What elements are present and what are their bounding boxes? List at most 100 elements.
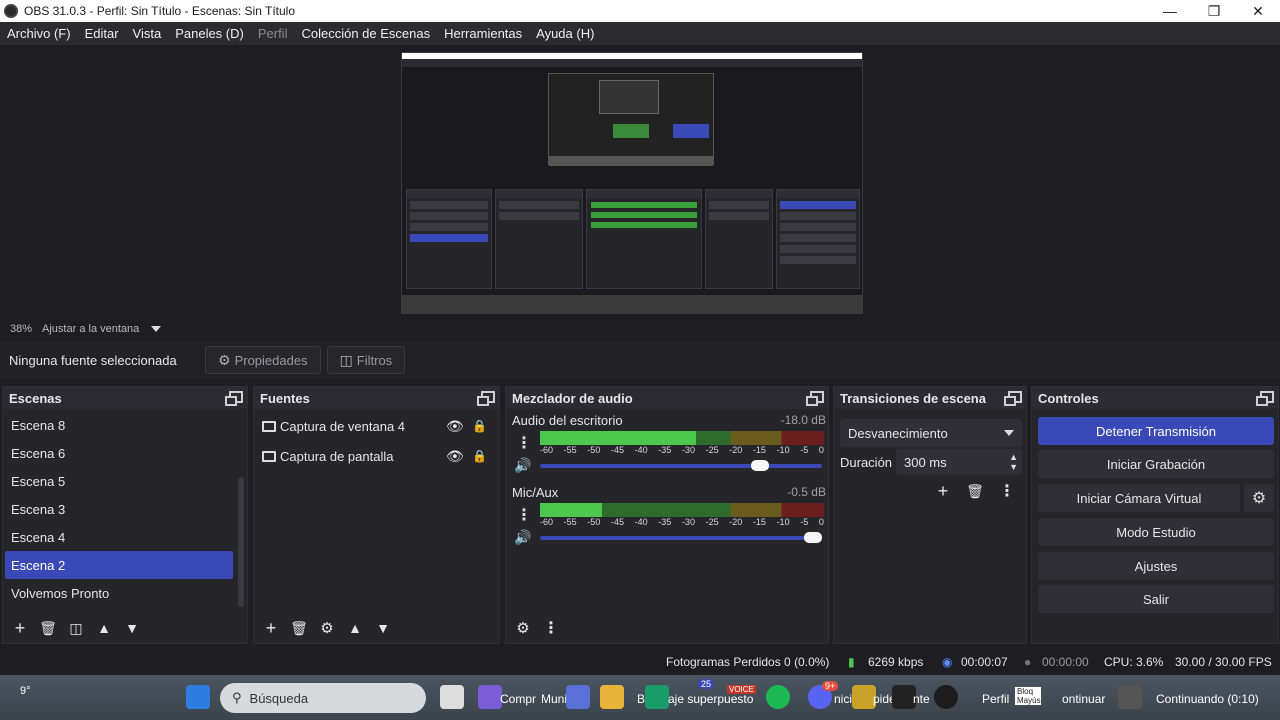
- scene-item[interactable]: Escena 6: [5, 439, 233, 467]
- meter-tick: -30: [681, 445, 695, 455]
- close-icon[interactable]: ✕: [1236, 0, 1280, 22]
- transition-select[interactable]: Desvanecimiento: [840, 419, 1022, 447]
- kebab-menu-icon[interactable]: ⋮: [994, 479, 1020, 503]
- chevron-up-icon[interactable]: ▲: [91, 616, 117, 640]
- start-virtual-cam-button[interactable]: Iniciar Cámara Virtual: [1038, 484, 1240, 512]
- spotify-icon[interactable]: [766, 685, 790, 709]
- scene-item[interactable]: Escena 3: [5, 495, 233, 523]
- taskbar-label[interactable]: Compr: [500, 692, 536, 706]
- add-transition-icon[interactable]: +: [930, 479, 956, 503]
- taskbar-label[interactable]: Muni: [541, 692, 567, 706]
- teams-icon[interactable]: [566, 685, 590, 709]
- scene-item[interactable]: Escena 4: [5, 523, 233, 551]
- window-titlebar: OBS 31.0.3 - Perfil: Sin Título - Escena…: [0, 0, 1280, 22]
- preview-area[interactable]: [0, 45, 1280, 320]
- meter-tick: -30: [681, 517, 695, 527]
- taskbar-label[interactable]: aje superpuesto: [668, 692, 753, 706]
- zoom-mode-select[interactable]: Ajustar a la ventana: [42, 323, 139, 335]
- eye-icon[interactable]: 👁: [446, 448, 464, 465]
- eye-icon[interactable]: 👁: [446, 418, 464, 435]
- volume-slider[interactable]: [540, 460, 822, 471]
- lock-icon[interactable]: 🔒: [472, 449, 487, 463]
- window-title: OBS 31.0.3 - Perfil: Sin Título - Escena…: [24, 4, 296, 18]
- virtual-cam-settings-icon[interactable]: ⚙: [1244, 484, 1274, 512]
- trash-icon[interactable]: 🗑: [35, 616, 61, 640]
- speaker-icon[interactable]: 🔊: [514, 457, 531, 474]
- menu-paneles[interactable]: Paneles (D): [168, 26, 251, 41]
- scene-list-scrollbar[interactable]: [238, 477, 244, 607]
- menu-ayuda[interactable]: Ayuda (H): [529, 26, 601, 41]
- copilot-icon[interactable]: [478, 685, 502, 709]
- add-source-icon[interactable]: +: [258, 616, 284, 640]
- speaker-icon[interactable]: 🔊: [514, 529, 531, 546]
- gear-icon[interactable]: ⚙: [510, 616, 536, 640]
- settings-button[interactable]: Ajustes: [1038, 552, 1274, 580]
- chevron-down-icon[interactable]: [151, 326, 162, 332]
- transitions-dock: Transiciones de escena Desvanecimiento D…: [833, 386, 1027, 644]
- undock-icon[interactable]: [477, 391, 495, 406]
- properties-button[interactable]: ⚙ Propiedades: [205, 346, 321, 374]
- trash-icon[interactable]: 🗑: [962, 479, 988, 503]
- source-item[interactable]: Captura de pantalla 👁 🔒: [254, 441, 499, 471]
- chevron-up-icon[interactable]: ▲: [342, 616, 368, 640]
- menu-editar[interactable]: Editar: [78, 26, 126, 41]
- menu-coleccion-escenas[interactable]: Colección de Escenas: [294, 26, 437, 41]
- edge-icon[interactable]: [645, 685, 669, 709]
- undock-icon[interactable]: [225, 391, 243, 406]
- menu-herramientas[interactable]: Herramientas: [437, 26, 529, 41]
- taskbar-label[interactable]: B: [637, 692, 645, 706]
- menu-perfil[interactable]: Perfil: [251, 26, 295, 41]
- source-toolbar: Ninguna fuente seleccionada ⚙ Propiedade…: [0, 341, 1280, 379]
- trash-icon[interactable]: 🗑: [286, 616, 312, 640]
- menu-archivo[interactable]: Archivo (F): [0, 26, 78, 41]
- chevron-down-icon[interactable]: ▼: [119, 616, 145, 640]
- taskbar-label[interactable]: Perfil: [982, 692, 1009, 706]
- source-item[interactable]: Captura de ventana 4 👁 🔒: [254, 411, 499, 441]
- scene-item[interactable]: Escena 8: [5, 411, 233, 439]
- menu-vista[interactable]: Vista: [126, 26, 169, 41]
- kebab-menu-icon[interactable]: ⋮: [516, 505, 532, 525]
- weather-widget[interactable]: 9°: [20, 685, 31, 697]
- windows-start-icon[interactable]: [186, 685, 210, 709]
- taskbar-label[interactable]: ontinuar: [1062, 692, 1105, 706]
- file-explorer-icon[interactable]: [600, 685, 624, 709]
- slider-knob: [804, 532, 822, 543]
- obs-taskbar-icon[interactable]: [934, 685, 958, 709]
- stop-stream-button[interactable]: Detener Transmisión: [1038, 417, 1274, 445]
- studio-mode-button[interactable]: Modo Estudio: [1038, 518, 1274, 546]
- taskbar-label[interactable]: nte: [913, 692, 930, 706]
- signal-bars-icon: ▮: [848, 655, 855, 669]
- undock-icon[interactable]: [1256, 391, 1274, 406]
- undock-icon[interactable]: [1004, 391, 1022, 406]
- chevron-down-icon[interactable]: ▼: [370, 616, 396, 640]
- meter-tick: -35: [658, 517, 672, 527]
- spinner-icon[interactable]: ▲ ▼: [1009, 452, 1018, 472]
- taskbar-search[interactable]: ⚲ Búsqueda: [220, 683, 426, 713]
- scenes-dock: Escenas Escena 8 Escena 6 Escena 5 Escen…: [2, 386, 248, 644]
- scene-item[interactable]: Volvemos Pronto: [5, 579, 233, 607]
- kebab-menu-icon[interactable]: ⋮: [516, 433, 532, 453]
- controls-dock: Controles Detener Transmisión Iniciar Gr…: [1031, 386, 1279, 644]
- filters-button[interactable]: ◫ Filtros: [326, 346, 406, 374]
- volume-slider[interactable]: [540, 532, 822, 543]
- kebab-menu-icon[interactable]: ⋮: [538, 616, 564, 640]
- scene-item-selected[interactable]: Escena 2: [5, 551, 233, 579]
- preview-canvas[interactable]: [401, 52, 863, 314]
- app-window-icon[interactable]: [1118, 685, 1142, 709]
- task-view-icon[interactable]: [440, 685, 464, 709]
- minimize-icon[interactable]: —: [1148, 0, 1192, 22]
- start-recording-button[interactable]: Iniciar Grabación: [1038, 450, 1274, 478]
- add-scene-icon[interactable]: +: [7, 616, 33, 640]
- caps-lock-indicator: Bloq Mayús: [1015, 687, 1041, 705]
- filter-icon[interactable]: ◫: [63, 616, 89, 640]
- exit-button[interactable]: Salir: [1038, 585, 1274, 613]
- undock-icon[interactable]: [806, 391, 824, 406]
- lock-icon[interactable]: 🔒: [472, 419, 487, 433]
- scene-item[interactable]: Escena 5: [5, 467, 233, 495]
- duration-input[interactable]: 300 ms ▲ ▼: [896, 449, 1022, 475]
- gear-icon[interactable]: ⚙: [314, 616, 340, 640]
- search-icon: ⚲: [232, 690, 242, 705]
- taskbar-label[interactable]: Continuando (0:10): [1156, 692, 1259, 706]
- maximize-icon[interactable]: ❐: [1192, 0, 1236, 22]
- stream-status-icon: ◉: [942, 655, 953, 669]
